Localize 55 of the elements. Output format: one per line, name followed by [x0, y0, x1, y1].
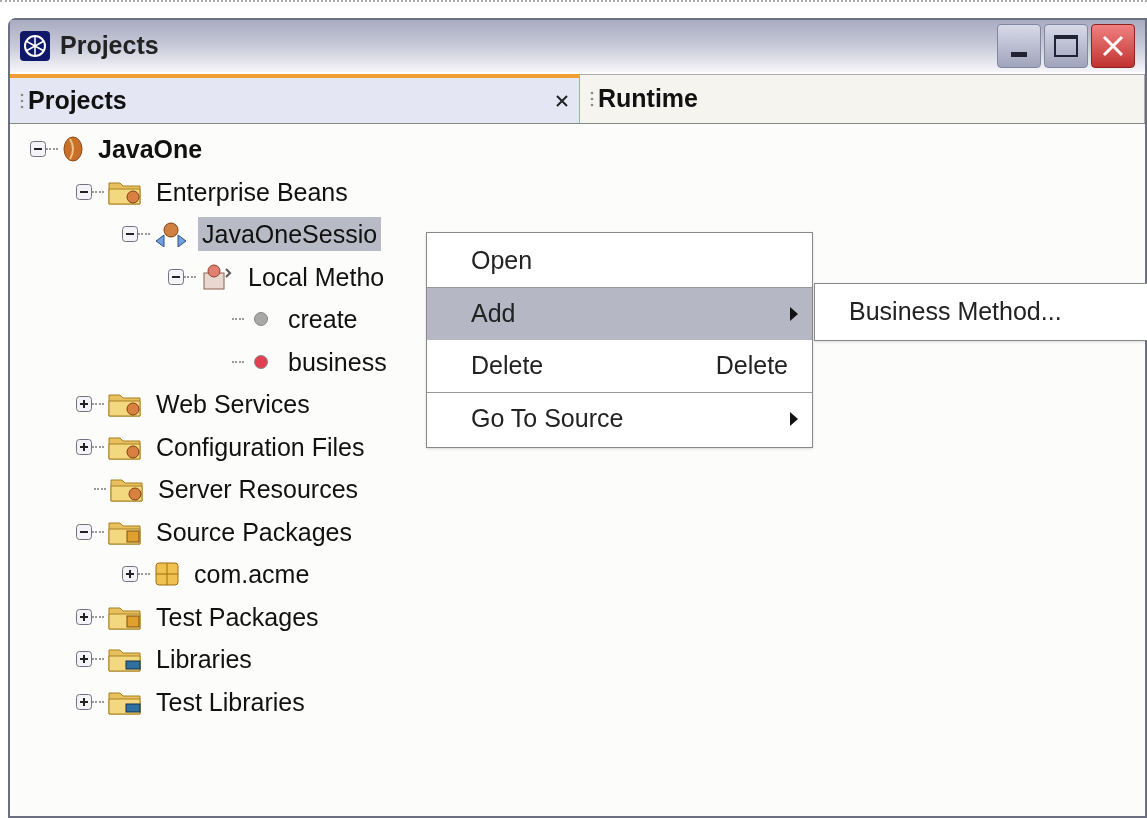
tab-label: Runtime	[598, 83, 698, 115]
tree-item[interactable]: Libraries	[152, 642, 256, 677]
menu-item[interactable]: Business Method...	[815, 286, 1147, 338]
shortcut-label: Delete	[715, 350, 788, 382]
expand-icon[interactable]	[76, 608, 92, 625]
tab[interactable]: Runtime	[580, 74, 1145, 123]
tree-item[interactable]: JavaOneSessio	[198, 217, 382, 252]
tree-item[interactable]: JavaOne	[94, 132, 207, 167]
grip-icon	[20, 91, 24, 110]
tree-item[interactable]: Test Packages	[152, 599, 323, 634]
close-icon	[1101, 34, 1125, 58]
coffee-bean-icon	[62, 136, 84, 163]
menu-item[interactable]: Open	[427, 235, 812, 287]
expand-icon[interactable]	[76, 396, 92, 413]
tree-item[interactable]: com.acme	[190, 557, 314, 592]
tree-item[interactable]: Configuration Files	[152, 429, 369, 464]
tree-item[interactable]: Enterprise Beans	[152, 174, 352, 209]
collapse-icon[interactable]	[168, 268, 184, 285]
menu-item[interactable]: Delete Delete	[427, 340, 812, 392]
tab-label: Projects	[28, 84, 127, 116]
folder-icon	[108, 391, 142, 418]
menu-item-label: Open	[471, 245, 533, 277]
grip-icon	[590, 90, 594, 108]
package-icon	[154, 561, 180, 588]
collapse-icon[interactable]	[76, 183, 92, 200]
expand-icon[interactable]	[76, 651, 92, 668]
menu-item[interactable]: Go To Source	[427, 393, 812, 445]
menu-item-label: Delete	[471, 350, 544, 382]
bean-icon	[154, 221, 188, 248]
collapse-icon[interactable]	[76, 523, 92, 540]
tree-item[interactable]: Local Metho	[244, 259, 389, 294]
menu-item-label: Go To Source	[471, 403, 624, 435]
close-button[interactable]	[1091, 24, 1135, 68]
tree-item[interactable]: create	[284, 302, 362, 337]
close-icon[interactable]	[555, 93, 569, 108]
interface-icon	[200, 262, 234, 291]
expand-icon[interactable]	[122, 566, 138, 583]
tree-item[interactable]: Web Services	[152, 387, 314, 422]
app-logo-icon	[20, 31, 50, 61]
tree-item[interactable]: business	[284, 344, 391, 379]
maximize-button[interactable]	[1044, 24, 1088, 68]
expand-icon[interactable]	[76, 438, 92, 455]
collapse-icon[interactable]	[30, 141, 46, 158]
tree-item[interactable]: Test Libraries	[152, 684, 309, 719]
folder-icon	[110, 476, 144, 503]
tree-item[interactable]: Server Resources	[154, 472, 363, 507]
folder-icon	[108, 646, 142, 673]
tree-item[interactable]: Source Packages	[152, 514, 356, 549]
expand-icon[interactable]	[76, 693, 92, 710]
window-title: Projects	[60, 30, 159, 62]
collapse-icon[interactable]	[122, 226, 138, 243]
tab[interactable]: Projects	[10, 74, 580, 123]
minimize-button[interactable]	[997, 24, 1041, 68]
menu-item[interactable]: Add	[427, 288, 812, 340]
menu-item-label: Add	[471, 298, 516, 330]
